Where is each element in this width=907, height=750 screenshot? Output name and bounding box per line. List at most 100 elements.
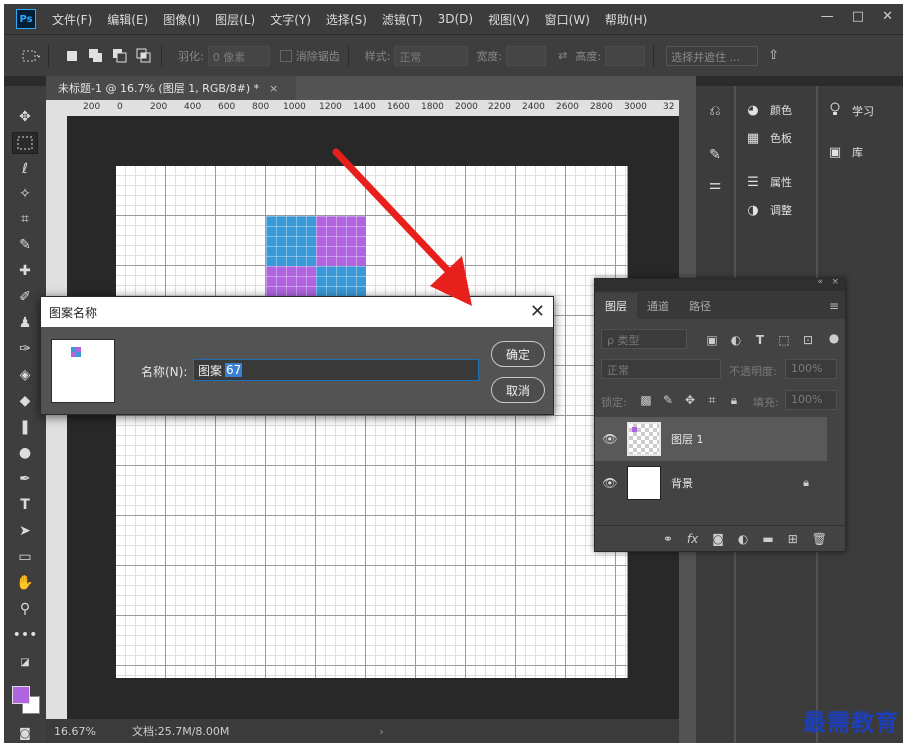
antialias-checkbox[interactable] bbox=[279, 49, 292, 62]
lock-position-icon[interactable]: ✥ bbox=[683, 393, 697, 407]
new-adjustment-icon[interactable]: ◐ bbox=[738, 532, 748, 546]
status-menu-arrow[interactable]: › bbox=[379, 725, 383, 738]
eyedropper-tool-icon[interactable]: ✎ bbox=[12, 234, 38, 256]
collapse-icon[interactable]: « bbox=[817, 277, 823, 287]
document-tab[interactable]: 未标题-1 @ 16.7% (图层 1, RGB/8#) * × bbox=[46, 76, 296, 100]
menu-filter[interactable]: 滤镜(T) bbox=[382, 11, 423, 28]
pattern-name-input[interactable]: 图案 67 bbox=[193, 359, 479, 381]
lasso-tool-icon[interactable]: ℓ bbox=[12, 158, 38, 180]
height-input[interactable] bbox=[605, 45, 646, 66]
blend-mode-select[interactable]: 正常 bbox=[601, 359, 721, 379]
menu-help[interactable]: 帮助(H) bbox=[605, 11, 647, 28]
default-colors-icon[interactable]: ◪ bbox=[12, 651, 38, 673]
properties-panel-button[interactable]: ☰ 属性 bbox=[744, 174, 792, 190]
adjust-sliders-icon[interactable]: ⚌ bbox=[702, 174, 728, 196]
adjustments-panel-button[interactable]: ◑ 调整 bbox=[744, 202, 792, 218]
close-panel-icon[interactable]: × bbox=[831, 277, 839, 287]
lock-transparent-icon[interactable]: ▩ bbox=[639, 393, 653, 407]
cancel-button[interactable]: 取消 bbox=[491, 377, 545, 403]
lock-image-icon[interactable]: ✎ bbox=[661, 393, 675, 407]
delete-layer-icon[interactable]: 🗑︎ bbox=[812, 532, 827, 546]
dodge-tool-icon[interactable]: ● bbox=[12, 442, 38, 464]
history-panel-icon[interactable]: ⎌ bbox=[702, 100, 728, 122]
fill-input[interactable]: 100% bbox=[785, 390, 837, 410]
layers-panel-strip[interactable]: « × bbox=[595, 277, 845, 291]
share-icon[interactable]: ⇧ bbox=[768, 48, 779, 63]
visibility-eye-icon[interactable]: 👁︎ bbox=[595, 432, 625, 446]
new-selection-icon[interactable] bbox=[63, 47, 81, 65]
layer-row[interactable]: 👁︎ 背景 🔒︎ bbox=[595, 461, 827, 505]
link-layers-icon[interactable]: ⚭ bbox=[663, 532, 673, 546]
select-and-mask-button[interactable]: 选择并遮住 ... bbox=[666, 45, 759, 66]
crop-tool-icon[interactable]: ⌗ bbox=[12, 208, 38, 230]
filter-pixel-icon[interactable]: ▣ bbox=[705, 333, 719, 347]
filter-shape-icon[interactable]: ⬚ bbox=[777, 333, 791, 347]
panels-collapse-strip[interactable] bbox=[696, 76, 903, 86]
magic-wand-tool-icon[interactable]: ✧ bbox=[12, 183, 38, 205]
style-select[interactable]: 正常 bbox=[394, 45, 469, 66]
new-layer-icon[interactable]: ⊞ bbox=[788, 532, 798, 546]
tab-paths[interactable]: 路径 bbox=[679, 293, 721, 319]
close-document-icon[interactable]: × bbox=[269, 82, 278, 95]
hand-tool-icon[interactable]: ✋ bbox=[12, 572, 38, 594]
opacity-input[interactable]: 100% bbox=[785, 359, 837, 379]
path-selection-tool-icon[interactable]: ➤ bbox=[12, 520, 38, 542]
foreground-color-swatch[interactable] bbox=[12, 686, 30, 704]
add-selection-icon[interactable] bbox=[87, 47, 105, 65]
history-brush-tool-icon[interactable]: ✑ bbox=[12, 338, 38, 360]
zoom-tool-icon[interactable]: ⚲ bbox=[12, 598, 38, 620]
dialog-close-icon[interactable]: ✕ bbox=[530, 301, 545, 322]
restore-button[interactable]: □ bbox=[852, 9, 864, 24]
layer-filter-kind[interactable]: ρ 类型 bbox=[601, 329, 687, 349]
document-canvas[interactable] bbox=[116, 166, 628, 678]
menu-layer[interactable]: 图层(L) bbox=[215, 11, 255, 28]
ok-button[interactable]: 确定 bbox=[491, 341, 545, 367]
type-tool-icon[interactable]: T bbox=[12, 494, 38, 516]
visibility-eye-icon[interactable]: 👁︎ bbox=[595, 476, 625, 490]
menu-3d[interactable]: 3D(D) bbox=[438, 12, 473, 26]
swap-icon[interactable]: ⇄ bbox=[558, 49, 567, 62]
toolbar-collapse-strip[interactable] bbox=[4, 76, 46, 86]
eraser-tool-icon[interactable]: ◈ bbox=[12, 364, 38, 386]
layer-name[interactable]: 背景 bbox=[671, 475, 693, 491]
menu-edit[interactable]: 编辑(E) bbox=[107, 11, 148, 28]
menu-view[interactable]: 视图(V) bbox=[488, 11, 530, 28]
feather-input[interactable]: 0 像素 bbox=[207, 45, 270, 66]
subtract-selection-icon[interactable] bbox=[111, 47, 129, 65]
width-input[interactable] bbox=[506, 45, 547, 66]
move-tool-icon[interactable]: ✥ bbox=[12, 106, 38, 128]
menu-select[interactable]: 选择(S) bbox=[326, 11, 367, 28]
filter-type-icon[interactable]: T bbox=[753, 333, 767, 347]
libraries-panel-button[interactable]: ▣ 库 bbox=[826, 144, 863, 160]
brush-tool-icon[interactable]: ✐ bbox=[12, 286, 38, 308]
menu-window[interactable]: 窗口(W) bbox=[545, 11, 590, 28]
new-group-icon[interactable]: ▬ bbox=[762, 532, 773, 546]
marquee-tool-icon[interactable] bbox=[12, 132, 38, 154]
tab-channels[interactable]: 通道 bbox=[637, 293, 679, 319]
lock-artboard-icon[interactable]: ⌗ bbox=[705, 393, 719, 407]
layer-row[interactable]: 👁︎ 图层 1 bbox=[595, 417, 827, 461]
pen-tool-icon[interactable]: ✒ bbox=[12, 468, 38, 490]
minimize-button[interactable]: — bbox=[821, 9, 834, 24]
menu-file[interactable]: 文件(F) bbox=[52, 11, 92, 28]
blur-tool-icon[interactable]: ❚ bbox=[12, 416, 38, 438]
panel-menu-icon[interactable]: ≡ bbox=[829, 299, 839, 313]
paint-bucket-tool-icon[interactable]: ◆ bbox=[12, 390, 38, 412]
lock-all-icon[interactable]: 🔒︎ bbox=[727, 393, 741, 407]
color-panel-button[interactable]: ◕ 颜色 bbox=[744, 102, 792, 118]
layer-style-icon[interactable]: fx bbox=[687, 532, 698, 546]
menu-image[interactable]: 图像(I) bbox=[163, 11, 200, 28]
more-tools-icon[interactable]: ••• bbox=[12, 624, 38, 646]
zoom-level[interactable]: 16.67% bbox=[54, 725, 98, 738]
rectangle-tool-icon[interactable]: ▭ bbox=[12, 546, 38, 568]
brush-settings-icon[interactable]: ✎ bbox=[702, 144, 728, 166]
learn-panel-button[interactable]: 学习 bbox=[826, 102, 874, 120]
filter-toggle-icon[interactable]: ● bbox=[827, 331, 841, 345]
quick-mask-icon[interactable]: ◙ bbox=[12, 722, 38, 743]
marquee-preset-icon[interactable] bbox=[22, 47, 40, 65]
swatches-panel-button[interactable]: ▦ 色板 bbox=[744, 130, 792, 146]
menu-type[interactable]: 文字(Y) bbox=[270, 11, 311, 28]
clone-stamp-tool-icon[interactable]: ♟ bbox=[12, 312, 38, 334]
filter-smart-object-icon[interactable]: ⊡ bbox=[801, 333, 815, 347]
intersect-selection-icon[interactable] bbox=[135, 47, 153, 65]
